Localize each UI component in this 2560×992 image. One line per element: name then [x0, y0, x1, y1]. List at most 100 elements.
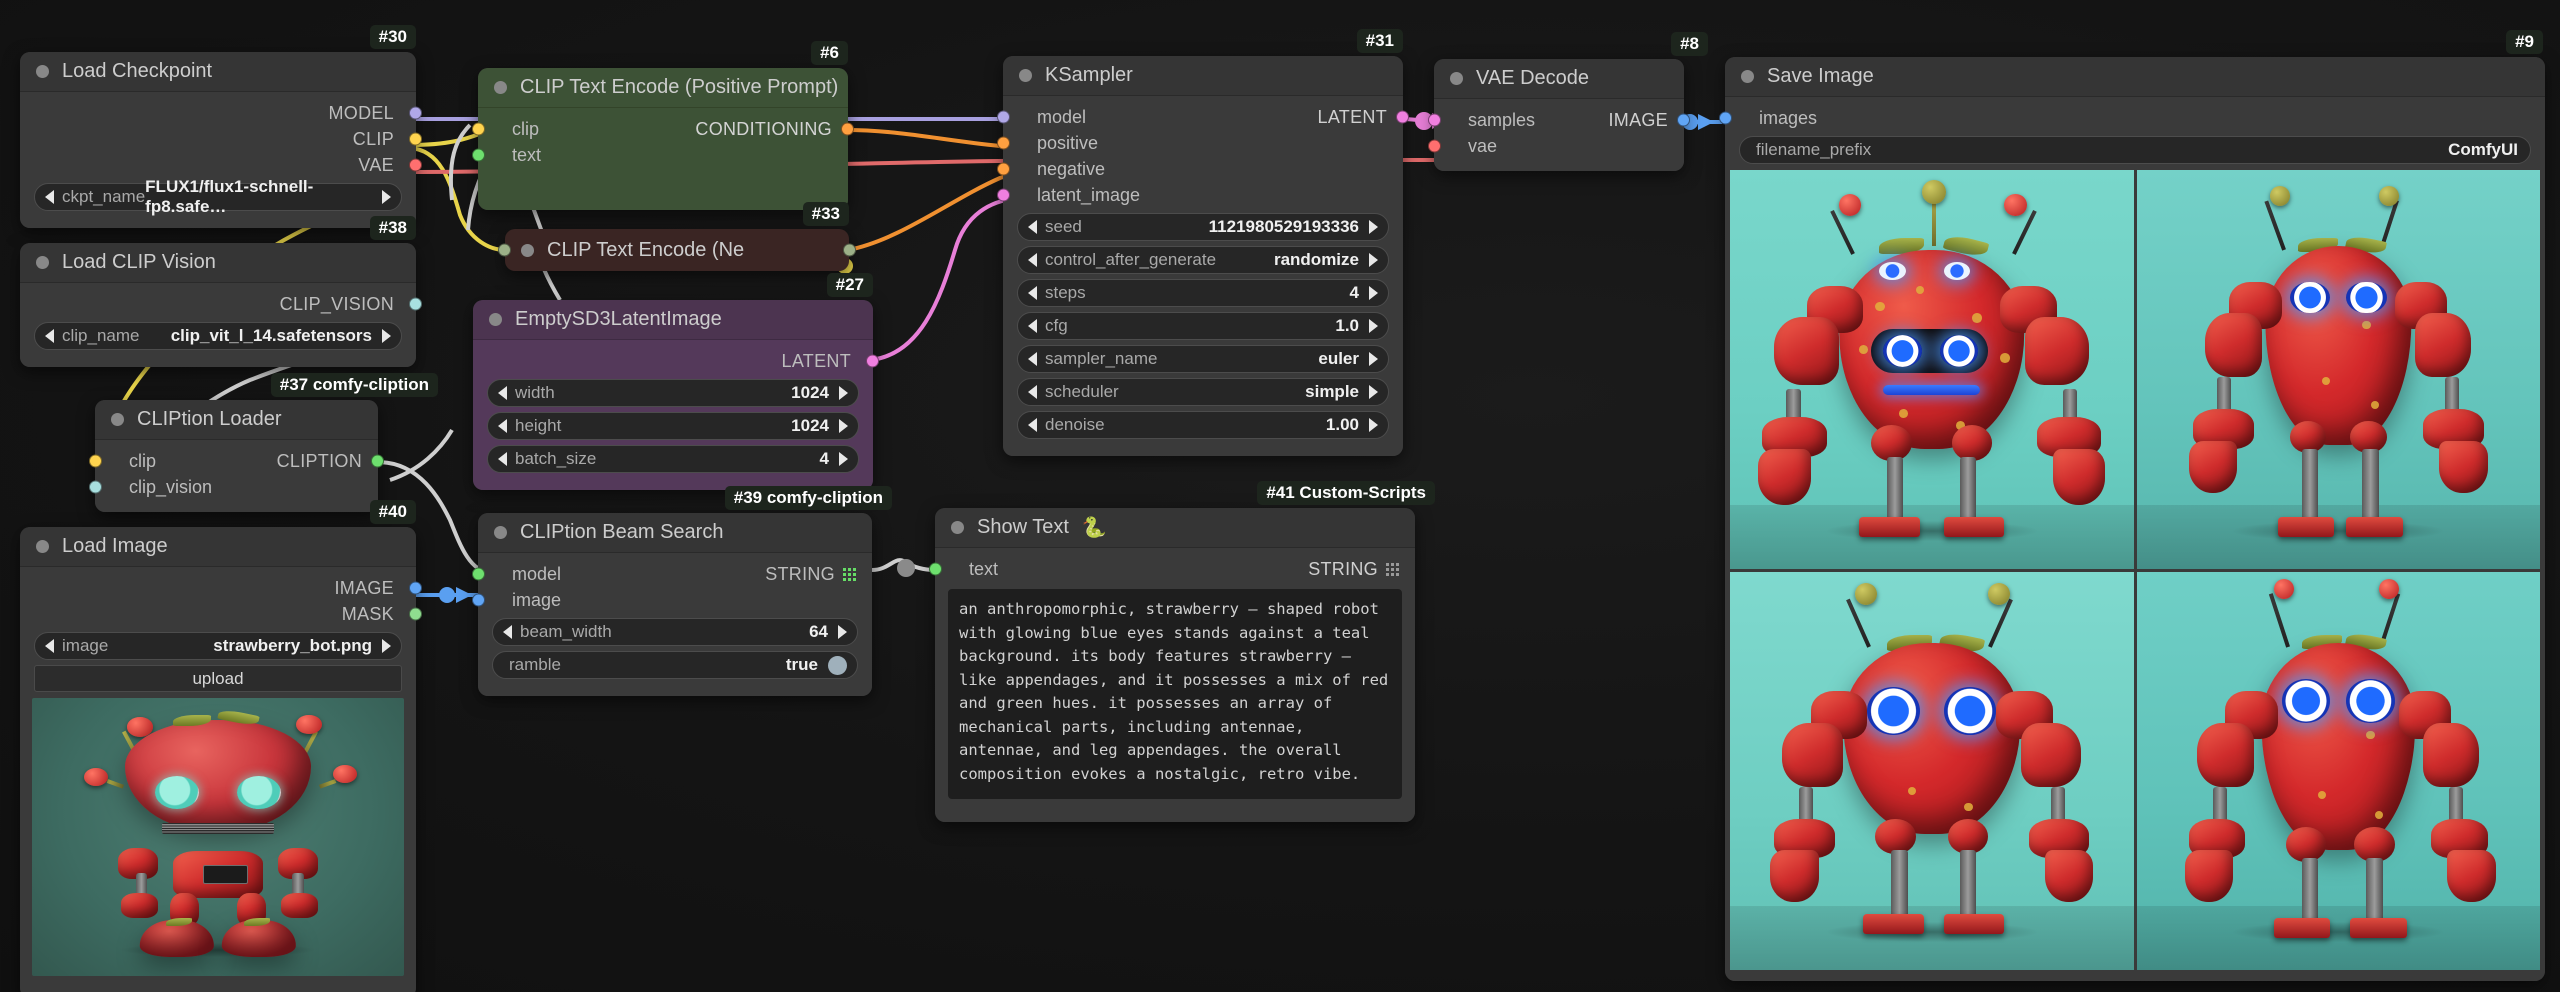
- input-slot-model[interactable]: model LATENT: [997, 104, 1409, 130]
- decrement-arrow-icon[interactable]: [1028, 286, 1037, 300]
- increment-arrow-icon[interactable]: [1369, 220, 1378, 234]
- output-slot-image[interactable]: IMAGE: [20, 575, 422, 601]
- widget-ramble-toggle[interactable]: ramble true: [492, 651, 858, 679]
- input-slot-clip-vision[interactable]: clip_vision: [89, 474, 378, 500]
- input-slot-clip[interactable]: clip CONDITIONING: [472, 116, 854, 142]
- widget-batch-size[interactable]: batch_size 4: [487, 445, 859, 473]
- saved-image-2[interactable]: [2136, 170, 2540, 569]
- text-input-dot-icon[interactable]: [472, 148, 485, 162]
- model-input-dot-icon[interactable]: [997, 110, 1010, 124]
- decrement-arrow-icon[interactable]: [1028, 220, 1037, 234]
- input-slot-samples[interactable]: samples IMAGE: [1428, 107, 1690, 133]
- positive-input-dot-icon[interactable]: [997, 136, 1010, 150]
- increment-arrow-icon[interactable]: [838, 625, 847, 639]
- widget-width[interactable]: width 1024: [487, 379, 859, 407]
- collapse-dot-icon[interactable]: [494, 81, 507, 94]
- collapse-dot-icon[interactable]: [521, 243, 534, 257]
- image-input-dot-icon[interactable]: [472, 593, 485, 607]
- input-slot-vae[interactable]: vae: [1428, 133, 1684, 159]
- node-cliption-beam-search[interactable]: #39 comfy-cliption CLIPtion Beam Search …: [472, 486, 892, 696]
- increment-arrow-icon[interactable]: [1369, 418, 1378, 432]
- clip-output-dot-icon[interactable]: [409, 132, 422, 146]
- node-show-text[interactable]: #41 Custom-Scripts Show Text 🐍 text STRI…: [929, 481, 1435, 822]
- vae-output-dot-icon[interactable]: [409, 158, 422, 172]
- node-titlebar[interactable]: Show Text 🐍: [935, 508, 1415, 548]
- conditioning-output-dot-icon[interactable]: [843, 243, 856, 257]
- collapse-dot-icon[interactable]: [494, 526, 507, 539]
- output-slot-mask[interactable]: MASK: [20, 601, 422, 627]
- input-slot-positive[interactable]: positive: [997, 130, 1403, 156]
- input-slot-model[interactable]: model STRING: [472, 561, 872, 587]
- increment-arrow-icon[interactable]: [1369, 352, 1378, 366]
- output-slot-model[interactable]: MODEL: [20, 100, 422, 126]
- widget-scheduler[interactable]: scheduler simple: [1017, 378, 1389, 406]
- increment-arrow-icon[interactable]: [839, 419, 848, 433]
- images-input-dot-icon[interactable]: [1719, 111, 1732, 125]
- image-output-dot-icon[interactable]: [409, 581, 422, 595]
- widget-steps[interactable]: steps 4: [1017, 279, 1389, 307]
- input-slot-latent-image[interactable]: latent_image: [997, 182, 1403, 208]
- increment-arrow-icon[interactable]: [382, 639, 391, 653]
- decrement-arrow-icon[interactable]: [1028, 319, 1037, 333]
- widget-denoise[interactable]: denoise 1.00: [1017, 411, 1389, 439]
- string-grid-icon[interactable]: [843, 567, 856, 581]
- widget-filename-prefix[interactable]: filename_prefix ComfyUI: [1739, 136, 2531, 164]
- decrement-arrow-icon[interactable]: [45, 329, 54, 343]
- node-cliption-loader[interactable]: #37 comfy-cliption CLIPtion Loader clip …: [89, 373, 438, 512]
- latent-output-dot-icon[interactable]: [866, 354, 879, 368]
- clip-input-dot-icon[interactable]: [498, 243, 511, 257]
- decrement-arrow-icon[interactable]: [45, 190, 54, 204]
- samples-input-dot-icon[interactable]: [1428, 113, 1441, 127]
- collapse-dot-icon[interactable]: [1019, 69, 1032, 82]
- decrement-arrow-icon[interactable]: [498, 452, 507, 466]
- node-ksampler[interactable]: #31 KSampler model LATENT positive negat…: [997, 29, 1409, 456]
- node-titlebar[interactable]: Load Image: [20, 527, 416, 567]
- increment-arrow-icon[interactable]: [839, 452, 848, 466]
- clip-vision-output-dot-icon[interactable]: [409, 297, 422, 311]
- cliption-output-dot-icon[interactable]: [371, 454, 384, 468]
- toggle-knob-icon[interactable]: [828, 655, 847, 675]
- input-slot-image[interactable]: image: [472, 587, 872, 613]
- decrement-arrow-icon[interactable]: [1028, 253, 1037, 267]
- decrement-arrow-icon[interactable]: [1028, 418, 1037, 432]
- increment-arrow-icon[interactable]: [382, 329, 391, 343]
- model-input-dot-icon[interactable]: [472, 567, 485, 581]
- increment-arrow-icon[interactable]: [1369, 286, 1378, 300]
- string-grid-icon[interactable]: [1386, 562, 1399, 576]
- decrement-arrow-icon[interactable]: [503, 625, 512, 639]
- input-slot-images[interactable]: images: [1719, 105, 2545, 131]
- upload-button[interactable]: upload: [34, 665, 402, 692]
- node-vae-decode[interactable]: #8 VAE Decode samples IMAGE vae: [1428, 32, 1708, 171]
- output-slot-clip[interactable]: CLIP: [20, 126, 422, 152]
- image-output-dot-icon[interactable]: [1677, 113, 1690, 127]
- increment-arrow-icon[interactable]: [382, 190, 391, 204]
- latent-image-input-dot-icon[interactable]: [997, 188, 1010, 202]
- node-titlebar[interactable]: KSampler: [1003, 56, 1403, 96]
- collapse-dot-icon[interactable]: [1450, 72, 1463, 85]
- collapse-dot-icon[interactable]: [489, 313, 502, 326]
- increment-arrow-icon[interactable]: [1369, 253, 1378, 267]
- output-slot-latent[interactable]: LATENT: [473, 348, 879, 374]
- node-titlebar[interactable]: EmptySD3LatentImage: [473, 300, 873, 340]
- decrement-arrow-icon[interactable]: [498, 386, 507, 400]
- node-titlebar[interactable]: Save Image: [1725, 57, 2545, 97]
- comfyui-canvas[interactable]: #30 Load Checkpoint MODEL CLIP VAE ckpt_…: [0, 0, 2560, 992]
- node-titlebar[interactable]: CLIP Text Encode (Positive Prompt): [478, 68, 848, 108]
- clip-vision-input-dot-icon[interactable]: [89, 480, 102, 494]
- collapse-dot-icon[interactable]: [36, 256, 49, 269]
- widget-height[interactable]: height 1024: [487, 412, 859, 440]
- decrement-arrow-icon[interactable]: [1028, 352, 1037, 366]
- widget-clip-name[interactable]: clip_name clip_vit_l_14.safetensors: [34, 322, 402, 350]
- decrement-arrow-icon[interactable]: [1028, 385, 1037, 399]
- widget-seed[interactable]: seed 1121980529193336: [1017, 213, 1389, 241]
- mask-output-dot-icon[interactable]: [409, 607, 422, 621]
- node-titlebar[interactable]: Load Checkpoint: [20, 52, 416, 92]
- widget-image[interactable]: image strawberry_bot.png: [34, 632, 402, 660]
- saved-image-3[interactable]: [1730, 571, 2134, 970]
- saved-image-1[interactable]: [1730, 170, 2134, 569]
- node-titlebar[interactable]: CLIP Text Encode (Ne: [505, 229, 849, 271]
- node-titlebar[interactable]: Load CLIP Vision: [20, 243, 416, 283]
- increment-arrow-icon[interactable]: [1369, 319, 1378, 333]
- node-clip-text-encode-positive[interactable]: #6 CLIP Text Encode (Positive Prompt) cl…: [472, 41, 854, 210]
- latent-output-dot-icon[interactable]: [1396, 110, 1409, 124]
